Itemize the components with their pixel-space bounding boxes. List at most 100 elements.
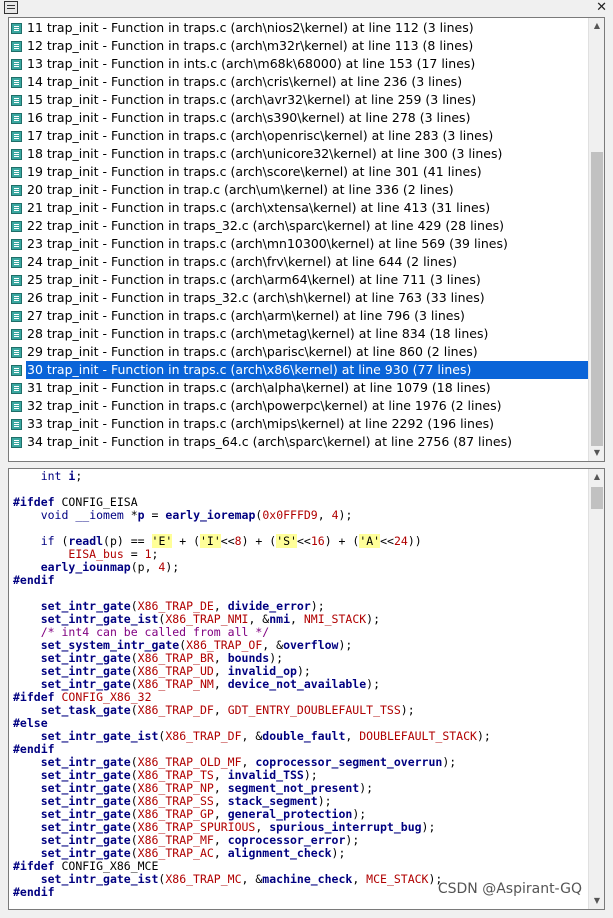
result-label: 18 trap_init - Function in traps.c (arch… — [27, 146, 503, 161]
result-label: 26 trap_init - Function in traps_32.c (a… — [27, 290, 485, 305]
function-symbol-icon — [11, 59, 22, 70]
code-token: set_intr_gate — [40, 599, 131, 613]
scroll-up-icon[interactable]: ▲ — [589, 18, 604, 34]
result-label: 33 trap_init - Function in traps.c (arch… — [27, 416, 495, 431]
code-token: ); — [345, 833, 360, 847]
result-row[interactable]: 25 trap_init - Function in traps.c (arch… — [9, 271, 589, 289]
code-token: + ( — [172, 534, 200, 548]
code-line: void __iomem *p = early_ioremap(0x0FFFD9… — [13, 508, 353, 522]
code-token: if — [40, 534, 55, 548]
scrollbar-thumb[interactable] — [591, 487, 603, 509]
result-label: 25 trap_init - Function in traps.c (arch… — [27, 272, 481, 287]
scroll-up-icon[interactable]: ▲ — [589, 469, 604, 485]
title-bar: ✕ — [0, 0, 613, 17]
code-token: X86_TRAP_DF — [165, 729, 242, 743]
code-token: , — [213, 651, 228, 665]
code-token: ( — [130, 599, 138, 613]
result-label: 15 trap_init - Function in traps.c (arch… — [27, 92, 477, 107]
result-row[interactable]: 34 trap_init - Function in traps_64.c (a… — [9, 433, 589, 451]
function-symbol-icon — [11, 329, 22, 340]
result-row[interactable]: 22 trap_init - Function in traps_32.c (a… — [9, 217, 589, 235]
code-preview-panel: int i; #ifdef CONFIG_EISA void __iomem *p… — [8, 468, 605, 910]
code-token: (p) == — [103, 534, 152, 548]
code-token: invalid_TSS — [227, 768, 304, 782]
result-label: 24 trap_init - Function in traps.c (arch… — [27, 254, 458, 269]
code-token: , — [213, 677, 228, 691]
code-token: X86_TRAP_AC — [137, 846, 214, 860]
code-token: ( — [54, 534, 69, 548]
code-token: set_intr_gate_ist — [40, 612, 159, 626]
code-token: ( — [130, 807, 138, 821]
code-token: ); — [303, 768, 318, 782]
code-token: ( — [130, 820, 138, 834]
result-row[interactable]: 14 trap_init - Function in traps.c (arch… — [9, 73, 589, 91]
result-row[interactable]: 12 trap_init - Function in traps.c (arch… — [9, 37, 589, 55]
code-line: set_intr_gate_ist(X86_TRAP_DF, &double_f… — [13, 730, 491, 743]
code-token: X86_TRAP_BR — [137, 651, 214, 665]
code-token: , & — [241, 729, 263, 743]
function-symbol-icon — [11, 275, 22, 286]
code-token: , — [213, 781, 228, 795]
result-label: 32 trap_init - Function in traps.c (arch… — [27, 398, 502, 413]
result-row[interactable]: 30 trap_init - Function in traps.c (arch… — [9, 361, 591, 379]
result-row[interactable]: 17 trap_init - Function in traps.c (arch… — [9, 127, 589, 145]
result-row[interactable]: 27 trap_init - Function in traps.c (arch… — [9, 307, 589, 325]
result-row[interactable]: 15 trap_init - Function in traps.c (arch… — [9, 91, 589, 109]
code-token: 0x0FFFD9 — [262, 508, 318, 522]
code-token: , & — [248, 612, 270, 626]
code-token: __iomem — [75, 508, 124, 522]
code-token: = — [123, 547, 145, 561]
result-row[interactable]: 13 trap_init - Function in ints.c (arch\… — [9, 55, 589, 73]
results-vertical-scrollbar[interactable]: ▲ ▼ — [588, 18, 604, 461]
function-symbol-icon — [11, 203, 22, 214]
result-label: 28 trap_init - Function in traps.c (arch… — [27, 326, 489, 341]
result-row[interactable]: 24 trap_init - Function in traps.c (arch… — [9, 253, 589, 271]
result-row[interactable]: 11 trap_init - Function in traps.c (arch… — [9, 19, 589, 37]
result-row[interactable]: 33 trap_init - Function in traps.c (arch… — [9, 415, 589, 433]
code-token: , & — [241, 872, 263, 886]
code-vertical-scrollbar[interactable]: ▲ ▼ — [588, 469, 604, 909]
scrollbar-thumb[interactable] — [591, 152, 603, 446]
close-icon[interactable]: ✕ — [596, 0, 607, 16]
code-line: #endif — [13, 574, 55, 587]
result-row[interactable]: 23 trap_init - Function in traps.c (arch… — [9, 235, 589, 253]
code-token: DOUBLEFAULT_STACK — [359, 729, 477, 743]
result-row[interactable]: 32 trap_init - Function in traps.c (arch… — [9, 397, 589, 415]
result-row[interactable]: 16 trap_init - Function in traps.c (arch… — [9, 109, 589, 127]
scroll-down-icon[interactable]: ▼ — [589, 893, 604, 909]
code-token: X86_TRAP_NP — [137, 781, 214, 795]
code-token: /* int4 can be called from all */ — [40, 625, 270, 639]
code-token: 'I' — [200, 534, 221, 548]
code-token: ( — [130, 846, 138, 860]
code-token: ); — [366, 677, 381, 691]
code-token: set_intr_gate — [40, 833, 131, 847]
result-row[interactable]: 19 trap_init - Function in traps.c (arch… — [9, 163, 589, 181]
function-symbol-icon — [11, 113, 22, 124]
result-row[interactable]: 20 trap_init - Function in trap.c (arch\… — [9, 181, 589, 199]
code-token: ); — [317, 794, 332, 808]
code-token: ); — [421, 820, 436, 834]
code-token: 8 — [234, 534, 242, 548]
code-token: set_intr_gate — [40, 768, 131, 782]
result-row[interactable]: 31 trap_init - Function in traps.c (arch… — [9, 379, 589, 397]
result-row[interactable]: 18 trap_init - Function in traps.c (arch… — [9, 145, 589, 163]
result-row[interactable]: 29 trap_init - Function in traps.c (arch… — [9, 343, 589, 361]
code-token: ( — [130, 703, 138, 717]
code-token: ( — [130, 677, 138, 691]
result-row[interactable]: 21 trap_init - Function in traps.c (arch… — [9, 199, 589, 217]
result-row[interactable]: 26 trap_init - Function in traps_32.c (a… — [9, 289, 589, 307]
code-token: #endif — [13, 573, 55, 587]
code-token: ); — [338, 638, 353, 652]
function-symbol-icon — [11, 23, 22, 34]
code-token: , — [345, 729, 360, 743]
scroll-down-icon[interactable]: ▼ — [589, 445, 604, 461]
result-row[interactable]: 28 trap_init - Function in traps.c (arch… — [9, 325, 589, 343]
